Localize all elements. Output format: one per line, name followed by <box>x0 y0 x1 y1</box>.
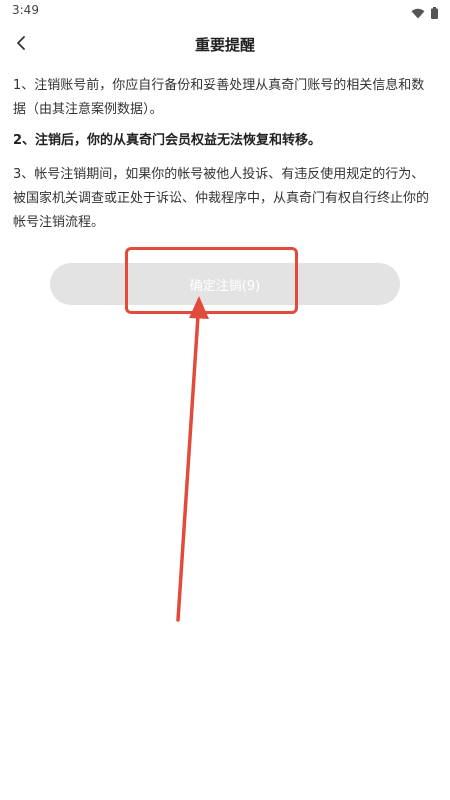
notice-backup: 1、注销账号前，你应自行备份和妥善处理从真奇门账号的相关信息和数据（由其注意案例… <box>13 78 425 117</box>
notice-content: 1、注销账号前，你应自行备份和妥善处理从真奇门账号的相关信息和数据（由其注意案例… <box>13 74 437 242</box>
page-title: 重要提醒 <box>194 36 255 54</box>
confirm-deactivate-button[interactable]: 确定注销(9) <box>50 263 400 305</box>
battery-icon <box>431 4 438 23</box>
status-time: 3:49 <box>12 3 39 17</box>
wifi-icon <box>411 4 425 23</box>
status-bar: 3:49 <box>0 0 450 22</box>
notice-termination: 3、帐号注销期间，如果你的帐号被他人投诉、有违反使用规定的行为、被国家机关调查或… <box>13 167 430 230</box>
status-icons <box>411 4 438 23</box>
notice-rights-lost: 2、注销后，你的从真奇门会员权益无法恢复和转移。 <box>13 133 322 148</box>
header: 重要提醒 <box>0 24 450 66</box>
